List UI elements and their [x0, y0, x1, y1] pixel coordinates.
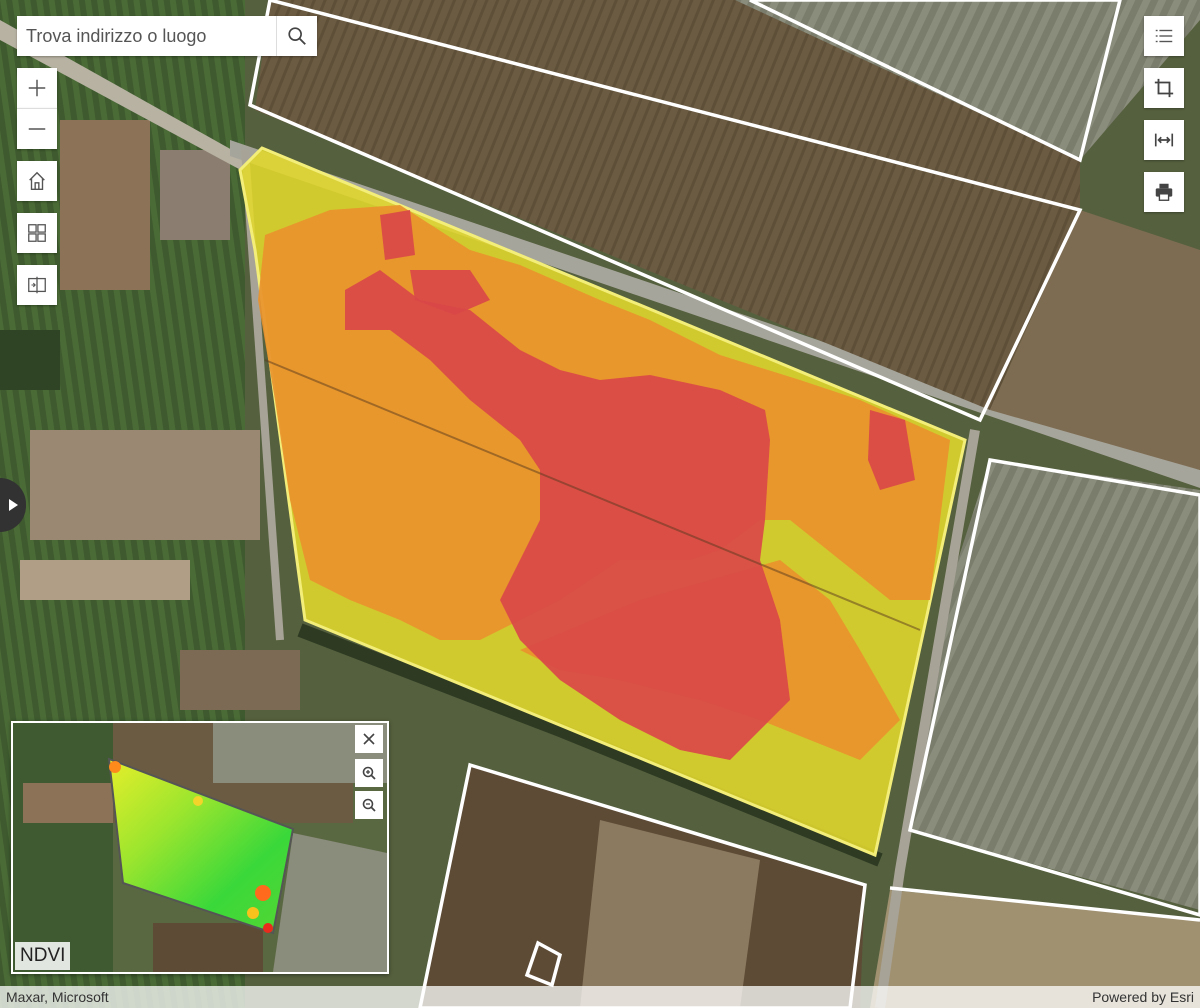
overview-close-button[interactable]: [355, 725, 383, 753]
overview-map[interactable]: NDVI: [11, 721, 389, 974]
minus-icon: [28, 128, 46, 130]
swipe-icon: [28, 276, 46, 294]
crop-button[interactable]: [1144, 68, 1184, 108]
close-icon: [363, 733, 375, 745]
measure-button[interactable]: [1144, 120, 1184, 160]
overview-zoom-in-button[interactable]: [355, 759, 383, 787]
measure-icon: [1154, 133, 1174, 147]
search-widget: [17, 16, 317, 56]
overview-layer-label: NDVI: [15, 942, 71, 970]
basemap-icon: [28, 224, 46, 242]
zoom-out-button[interactable]: [17, 108, 57, 149]
crop-icon: [1154, 78, 1174, 98]
plus-icon: [28, 79, 46, 97]
home-icon: [29, 171, 45, 190]
basemap-gallery-button[interactable]: [17, 213, 57, 253]
search-input[interactable]: [17, 16, 276, 56]
overview-map-view[interactable]: [13, 723, 387, 972]
home-button[interactable]: [17, 161, 57, 201]
chevron-right-icon: [9, 499, 18, 511]
attribution-sources[interactable]: Maxar, Microsoft: [6, 989, 109, 1005]
zoom-out-icon: [362, 798, 376, 812]
overview-zoom-out-button[interactable]: [355, 791, 383, 819]
print-icon: [1155, 183, 1173, 201]
swipe-button[interactable]: [17, 265, 57, 305]
attribution-bar: Maxar, Microsoft Powered by Esri: [0, 986, 1200, 1008]
layer-list-button[interactable]: [1144, 16, 1184, 56]
print-button[interactable]: [1144, 172, 1184, 212]
zoom-in-button[interactable]: [17, 68, 57, 108]
powered-by[interactable]: Powered by Esri: [1092, 989, 1194, 1005]
search-button[interactable]: [276, 16, 317, 56]
list-icon: [1155, 29, 1173, 43]
zoom-in-icon: [362, 766, 376, 780]
search-icon: [288, 27, 306, 45]
